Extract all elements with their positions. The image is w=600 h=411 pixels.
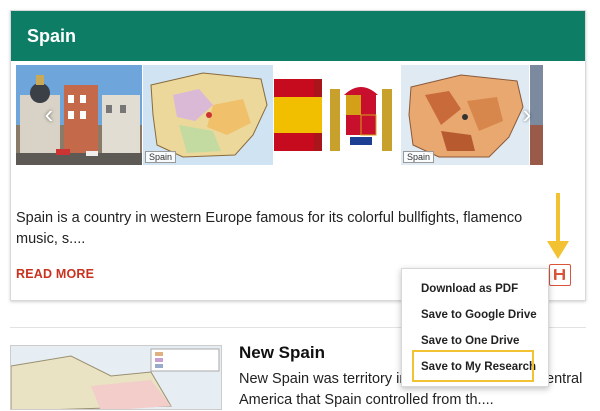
slide-label: Spain (145, 151, 177, 163)
slide-label: Spain (403, 151, 435, 163)
menu-item-save-one-drive[interactable]: Save to One Drive (421, 335, 519, 347)
card-title[interactable]: Spain (11, 11, 585, 61)
chevron-right-icon[interactable]: › (516, 99, 538, 129)
image-carousel[interactable]: Spain Spain ‹ › (16, 65, 543, 165)
item-title[interactable]: New Spain (239, 343, 325, 363)
menu-item-save-google-drive[interactable]: Save to Google Drive (421, 309, 537, 321)
save-button[interactable] (549, 264, 571, 286)
arrow-down-icon (547, 193, 569, 259)
menu-item-download-pdf[interactable]: Download as PDF (421, 283, 518, 295)
chevron-left-icon[interactable]: ‹ (38, 99, 60, 129)
slide-spain-relief-map[interactable]: Spain (401, 65, 529, 165)
slide-spain-flag[interactable] (274, 65, 400, 165)
slide-madrid-photo[interactable] (16, 65, 142, 165)
new-spain-map-thumbnail[interactable] (10, 345, 222, 410)
slide-spain-map[interactable]: Spain (143, 65, 273, 165)
card-description: Spain is a country in western Europe fam… (16, 210, 523, 247)
save-icon (554, 269, 565, 280)
read-more-link[interactable]: READ MORE (16, 267, 94, 281)
menu-highlight (412, 350, 534, 382)
